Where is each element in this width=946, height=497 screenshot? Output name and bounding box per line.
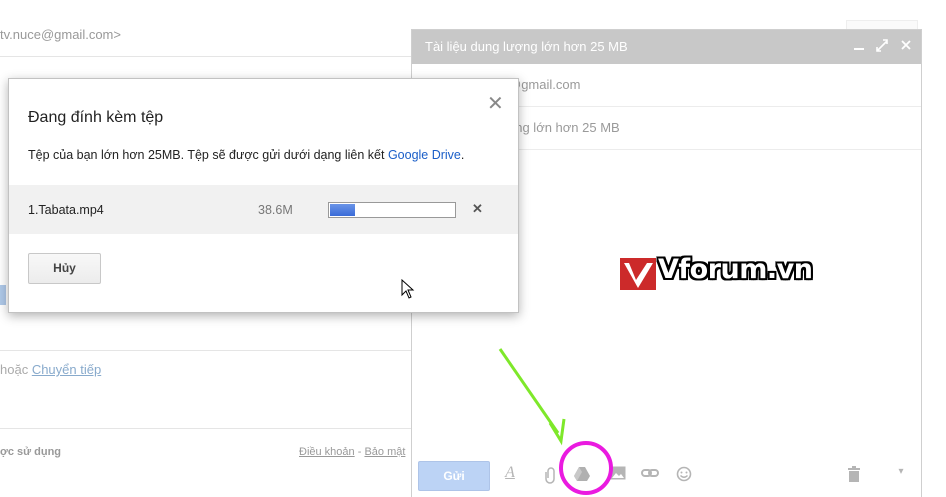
trash-icon[interactable] [845,466,863,487]
vforum-logo-mark [620,258,656,290]
privacy-link[interactable]: Bảo mật [364,446,405,458]
forward-link[interactable]: Chuyển tiếp [32,362,101,377]
annotation-arrow [490,345,580,458]
description-text: Tệp của bạn lớn hơn 25MB. Tệp sẽ được gử… [28,148,388,162]
file-name: 1.Tabata.mp4 [28,203,104,217]
divider [0,428,411,429]
dialog-title: Đang đính kèm tệp [28,109,164,126]
terms-link[interactable]: Điều khoản [299,446,355,458]
upload-progress-fill [330,204,355,216]
expand-icon[interactable] [874,38,890,56]
attach-icon[interactable] [542,466,560,489]
upload-file-row: 1.Tabata.mp4 38.6M ✕ [9,185,518,234]
cancel-button[interactable]: Hủy [28,253,101,284]
compose-title: Tài liệu dung lượng lớn hơn 25 MB [425,39,628,54]
emoji-icon[interactable] [675,466,693,487]
format-text-icon[interactable]: A [501,464,519,482]
forward-prefix: hoặc [0,362,32,377]
footer-usage-text: ợc sử dụng [0,446,62,458]
google-drive-link[interactable]: Google Drive [388,148,461,162]
compose-toolbar: Gửi A ▾ [411,452,920,496]
divider [0,56,411,57]
minimize-icon[interactable] [851,38,867,56]
send-button[interactable]: Gửi [418,461,490,491]
upload-progress-bar [328,202,456,218]
file-size: 38.6M [258,203,293,217]
subject-value: ung lớn hơn 25 MB [508,120,620,135]
attachment-chip-edge [0,285,6,305]
annotation-highlight-circle [559,441,613,495]
dialog-close-icon[interactable]: ✕ [487,91,504,116]
remove-file-icon[interactable]: ✕ [472,201,483,217]
dialog-description: Tệp của bạn lớn hơn 25MB. Tệp sẽ được gử… [28,148,464,162]
footer-separator: - [354,446,365,458]
vforum-logo-text: Vforum.vn [658,254,813,285]
description-end: . [460,148,465,162]
divider [0,350,411,351]
sender-email: tv.nuce@gmail.com> [0,27,121,42]
footer-links: Điều khoản - Bảo mật [299,446,405,458]
close-icon[interactable] [898,38,914,56]
mouse-cursor-icon [401,278,415,302]
insert-link-icon[interactable] [641,466,659,484]
reply-forward-line: hoặc Chuyển tiếp [0,362,101,377]
compose-header[interactable]: Tài liệu dung lượng lớn hơn 25 MB [412,30,921,64]
attaching-file-dialog: Đang đính kèm tệp ✕ Tệp của bạn lớn hơn … [8,78,519,313]
more-options-icon[interactable]: ▾ [892,466,910,477]
